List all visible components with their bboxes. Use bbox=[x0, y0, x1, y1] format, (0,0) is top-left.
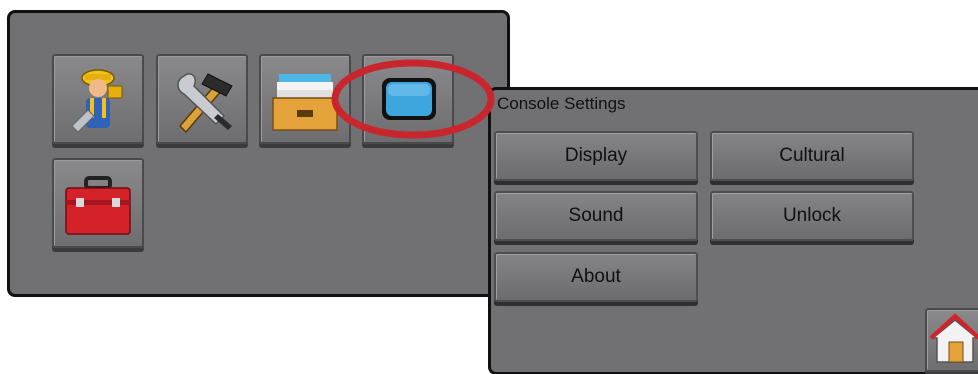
user-setup-icon bbox=[71, 69, 123, 133]
unlock-button[interactable]: Unlock bbox=[710, 191, 914, 241]
console-icon bbox=[382, 78, 436, 120]
home-icon bbox=[929, 313, 978, 363]
about-button[interactable]: About bbox=[494, 252, 698, 302]
stage: Console Settings Display Cultural Sound … bbox=[0, 0, 978, 374]
cultural-button[interactable]: Cultural bbox=[710, 131, 914, 181]
tools-icon bbox=[177, 73, 233, 134]
main-menu-panel bbox=[7, 10, 510, 297]
toolbox-tile[interactable] bbox=[52, 158, 144, 248]
sound-button[interactable]: Sound bbox=[494, 191, 698, 241]
data-management-icon bbox=[272, 74, 338, 131]
user-setup-tile[interactable] bbox=[52, 54, 144, 144]
data-management-tile[interactable] bbox=[259, 54, 351, 144]
display-button[interactable]: Display bbox=[494, 131, 698, 181]
home-button[interactable] bbox=[925, 308, 978, 372]
console-settings-title: Console Settings bbox=[497, 94, 626, 113]
console-settings-tile[interactable] bbox=[362, 54, 454, 144]
tools-tile[interactable] bbox=[156, 54, 248, 144]
console-settings-panel: Console Settings Display Cultural Sound … bbox=[488, 87, 978, 374]
toolbox-icon bbox=[65, 176, 131, 235]
